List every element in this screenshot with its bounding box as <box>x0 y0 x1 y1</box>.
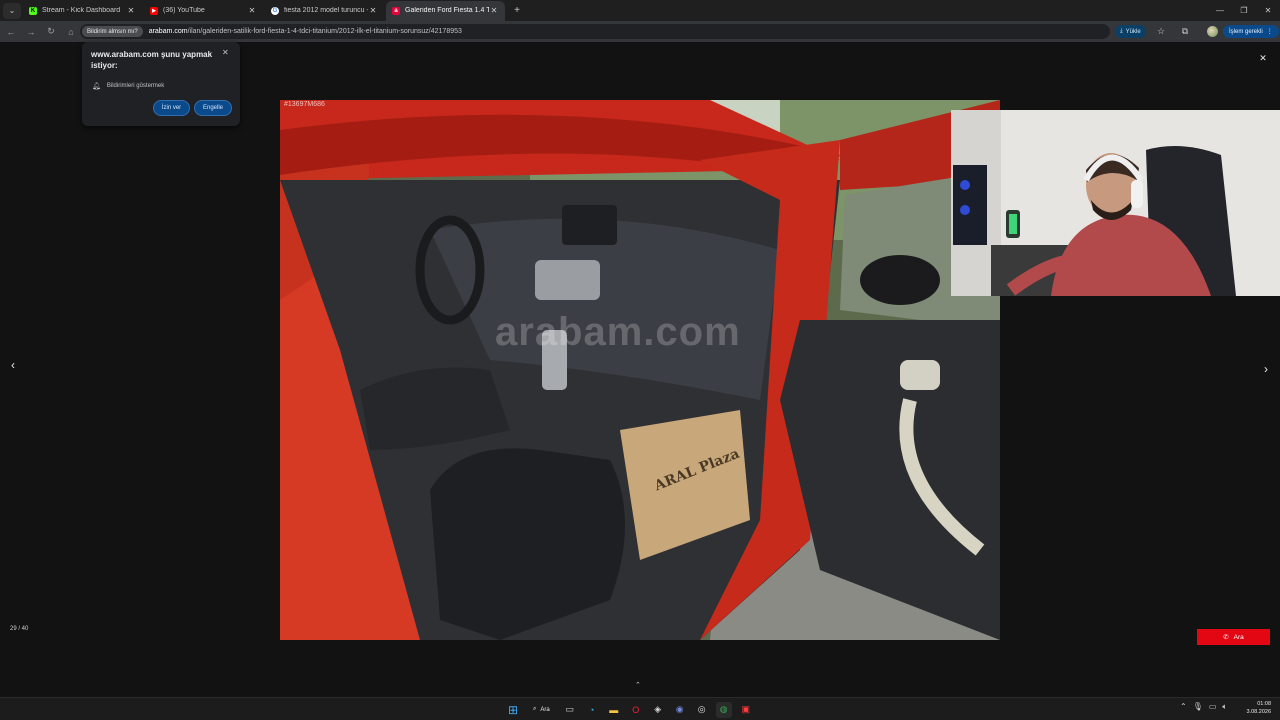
address-bar[interactable]: Bildirim almsın mı? arabam.com/ilan/gale… <box>80 24 1110 39</box>
notification-request-chip[interactable]: Bildirim almsın mı? <box>82 26 143 37</box>
install-app-button[interactable]: ⤓ Yükle <box>1115 25 1146 38</box>
volume-icon[interactable]: 🔈︎ <box>1222 702 1227 712</box>
notification-permission-label: Bildirimleri göstermek <box>106 83 165 89</box>
tab-close-icon[interactable]: ✕ <box>126 6 136 15</box>
chevron-up-icon[interactable]: ⌃ <box>635 681 641 689</box>
tab-strip: ⌄ K Stream - Kick Dashboard ✕ ▶ (36) You… <box>0 0 1280 21</box>
chrome-icon[interactable]: ◍ <box>715 701 732 718</box>
file-explorer-icon[interactable]: ▬ <box>606 702 622 718</box>
minimize-icon[interactable]: — <box>1208 0 1232 21</box>
tab-title: (36) YouTube <box>163 7 205 14</box>
app-icon[interactable]: ◈ <box>650 702 666 718</box>
system-clock[interactable]: 01:08 3.08.2026 <box>1243 701 1271 716</box>
bookmark-star-icon[interactable]: ☆ <box>1155 25 1167 38</box>
allow-button[interactable]: İzin ver <box>153 100 190 116</box>
google-icon: G <box>271 6 279 15</box>
taskbar-search[interactable]: ⌕ Ara <box>527 702 556 718</box>
home-icon[interactable]: ⌂ <box>62 23 80 41</box>
tab-search-button[interactable]: ⌄ <box>3 2 21 19</box>
tab-title: Stream - Kick Dashboard <box>42 7 121 14</box>
new-tab-button[interactable]: + <box>509 5 525 16</box>
url-text[interactable]: arabam.com/ilan/galeriden-satilik-ford-f… <box>149 28 462 35</box>
notification-permission-row: 🔔︎ Bildirimleri göstermek <box>92 82 164 90</box>
install-icon: ⤓ <box>1120 28 1123 34</box>
tab-google-search[interactable]: G fiesta 2012 model turuncu - Go ✕ <box>265 1 384 21</box>
tab-close-icon[interactable]: ✕ <box>247 6 257 15</box>
clock-time: 01:08 <box>1257 701 1271 707</box>
windows-start-icon[interactable]: ⊞ <box>505 702 521 718</box>
photo-id-label: #13697M686 <box>284 101 325 108</box>
next-photo-icon[interactable]: › <box>1259 362 1273 378</box>
car-interior-image <box>280 100 1000 640</box>
more-menu-icon: ⋮ <box>1266 29 1273 35</box>
close-icon[interactable]: ✕ <box>222 48 229 57</box>
arabam-icon: a <box>392 6 400 15</box>
notification-title: www.arabam.com şunu yapmak istiyor: <box>91 50 213 70</box>
back-icon[interactable]: ← <box>2 23 20 41</box>
search-label: Ara <box>540 706 550 713</box>
recorder-icon[interactable]: ▣ <box>738 702 754 718</box>
browser-toolbar: ← → ↻ ⌂ Bildirim almsın mı? arabam.com/i… <box>0 21 1280 42</box>
system-tray: ⌃ 🎙︎ ▭ 🔈︎ <box>1180 702 1227 712</box>
profile-avatar[interactable] <box>1207 26 1218 37</box>
extensions-icon[interactable]: ⧉ <box>1179 25 1191 38</box>
network-icon[interactable]: ▭ <box>1209 702 1217 712</box>
action-required-label: İşlem gerekli <box>1229 28 1263 35</box>
microphone-icon[interactable]: 🎙︎ <box>1193 702 1203 712</box>
forward-icon[interactable]: → <box>22 23 40 41</box>
close-window-icon[interactable]: ✕ <box>1256 0 1280 21</box>
car-photo[interactable]: #13697M686 arabam.com ARAL Plaza <box>280 100 1000 640</box>
edge-icon[interactable]: ◔ <box>584 702 600 718</box>
tab-arabam[interactable]: a Galeriden Ford Fiesta 1.4 TDCi ✕ <box>386 0 505 21</box>
window-controls: — ❐ ✕ <box>1208 0 1280 21</box>
opera-icon[interactable]: O <box>628 702 644 718</box>
photo-counter: 29 / 40 <box>10 626 29 632</box>
tab-title: fiesta 2012 model turuncu - Go <box>284 7 368 14</box>
tab-kick[interactable]: K Stream - Kick Dashboard ✕ <box>23 1 142 21</box>
kick-icon: K <box>29 6 37 15</box>
call-label: Ara <box>1233 633 1244 641</box>
discord-icon[interactable]: ◉ <box>672 702 688 718</box>
search-icon: ⌕ <box>533 706 537 712</box>
bell-icon: 🔔︎ <box>92 83 101 90</box>
clock-date: 3.08.2026 <box>1246 708 1271 715</box>
webcam-image <box>951 110 1280 296</box>
tab-title: Galeriden Ford Fiesta 1.4 TDCi <box>405 7 489 14</box>
gallery-close-icon[interactable]: ✕ <box>1257 53 1269 65</box>
tab-close-icon[interactable]: ✕ <box>489 6 499 15</box>
url-domain: arabam.com <box>148 28 188 35</box>
url-path: /ilan/galeriden-satilik-ford-fiesta-1-4-… <box>187 28 462 35</box>
youtube-icon: ▶ <box>150 6 158 15</box>
task-view-icon[interactable]: ▭ <box>562 702 578 718</box>
maximize-icon[interactable]: ❐ <box>1232 0 1256 21</box>
taskbar-apps: ⊞ ⌕ Ara ▭ ◔ ▬ O ◈ ◉ ◎ ◍ ▣ <box>505 700 754 719</box>
obs-icon[interactable]: ◎ <box>694 702 710 718</box>
webcam-overlay <box>951 110 1280 296</box>
install-label: Yükle <box>1125 28 1141 35</box>
tab-close-icon[interactable]: ✕ <box>368 6 378 15</box>
previous-photo-icon[interactable]: ‹ <box>6 358 20 374</box>
block-button[interactable]: Engelle <box>194 100 232 116</box>
notification-permission-popup: www.arabam.com şunu yapmak istiyor: ✕ 🔔︎… <box>82 42 240 126</box>
call-button[interactable]: ✆ Ara <box>1197 629 1270 645</box>
chevron-up-icon[interactable]: ⌃ <box>1180 702 1187 712</box>
windows-taskbar: ⊞ ⌕ Ara ▭ ◔ ▬ O ◈ ◉ ◎ ◍ ▣ ⌃ 🎙︎ ▭ 🔈︎ 01:08… <box>0 697 1280 720</box>
reload-icon[interactable]: ↻ <box>42 23 60 41</box>
action-required-button[interactable]: İşlem gerekli ⋮ <box>1223 25 1279 38</box>
watermark-text: arabam.com <box>495 310 741 354</box>
phone-icon: ✆ <box>1223 634 1229 641</box>
tab-youtube[interactable]: ▶ (36) YouTube ✕ <box>144 1 263 21</box>
